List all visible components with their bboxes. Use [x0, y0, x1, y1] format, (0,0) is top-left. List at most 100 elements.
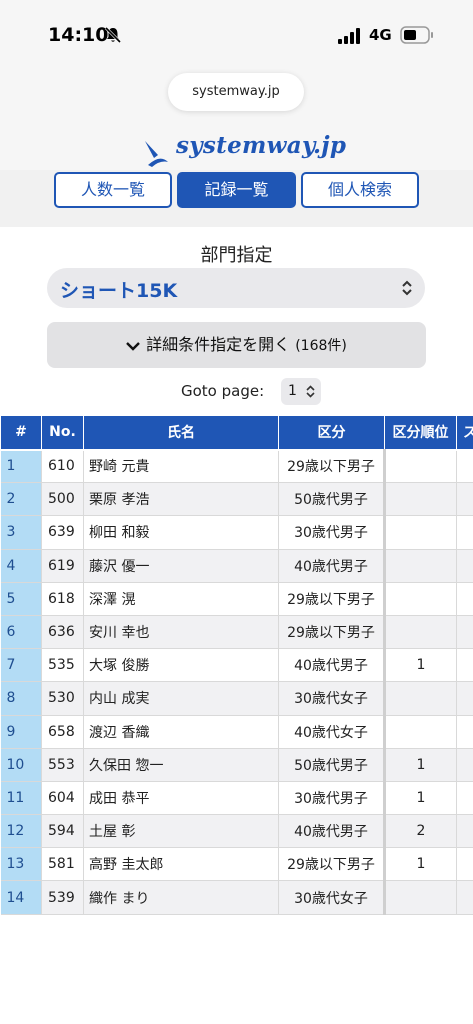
cell-index: 13	[0, 847, 42, 882]
nav-tabs: 人数一覧 記録一覧 個人検索	[0, 170, 473, 227]
cell-name: 栗原 孝浩	[83, 482, 279, 517]
cell-category: 40歳代女子	[278, 715, 386, 749]
table-header-row: # No. 氏名 区分 区分順位 ス	[0, 415, 473, 451]
cell-more	[456, 715, 473, 749]
cell-name: 内山 成実	[83, 681, 279, 716]
cell-bib-no: 530	[41, 681, 84, 716]
cell-category: 29歳以下男子	[278, 847, 386, 882]
col-header-category[interactable]: 区分	[278, 415, 385, 451]
cell-name: 高野 圭太郎	[83, 847, 279, 882]
cell-category: 30歳代男子	[278, 515, 386, 550]
col-header-more[interactable]: ス	[456, 415, 473, 451]
cell-index: 7	[0, 648, 42, 683]
cell-index: 9	[0, 715, 42, 749]
detail-filter-label: 詳細条件指定を開く	[146, 335, 291, 354]
cell-category: 40歳代男子	[278, 814, 386, 849]
results-table: # No. 氏名 区分 区分順位 ス 1 610 野崎 元貴 29歳以下男子 2 500 栗…	[0, 415, 473, 915]
cell-index: 8	[0, 681, 42, 716]
cell-index: 3	[0, 515, 42, 550]
table-row[interactable]: 12 594 土屋 彰 40歳代男子 2	[0, 814, 473, 849]
cell-category: 30歳代女子	[278, 681, 386, 716]
cell-bib-no: 610	[41, 449, 84, 484]
division-select[interactable]: ショート15K	[47, 268, 425, 308]
cell-more	[456, 515, 473, 550]
cell-bib-no: 604	[41, 781, 84, 816]
cell-category-rank: 1	[384, 748, 457, 782]
bell-muted-icon	[104, 26, 122, 44]
status-bar: 14:10 4G	[0, 0, 473, 70]
table-row[interactable]: 1 610 野崎 元貴 29歳以下男子	[0, 449, 473, 484]
cell-index: 2	[0, 482, 42, 517]
cell-category-rank: 1	[384, 648, 457, 683]
cell-category-rank	[384, 549, 457, 583]
cell-more	[456, 582, 473, 616]
network-label: 4G	[369, 26, 392, 44]
cell-category-rank	[384, 681, 457, 716]
cell-more	[456, 880, 473, 915]
col-header-bib-no[interactable]: No.	[41, 415, 84, 451]
table-row[interactable]: 2 500 栗原 孝浩 50歳代男子	[0, 482, 473, 517]
signal-icon	[338, 28, 360, 44]
cell-category-rank: 1	[384, 781, 457, 816]
results-table-container[interactable]: # No. 氏名 区分 区分順位 ス 1 610 野崎 元貴 29歳以下男子 2 500 栗…	[0, 415, 473, 915]
cell-index: 4	[0, 549, 42, 583]
cell-index: 6	[0, 615, 42, 650]
cell-name: 安川 幸也	[83, 615, 279, 650]
col-header-name[interactable]: 氏名	[83, 415, 279, 451]
cell-name: 大塚 俊勝	[83, 648, 279, 683]
cell-more	[456, 615, 473, 650]
detail-filter-button[interactable]: 詳細条件指定を開く (168件)	[47, 322, 426, 368]
cell-category-rank: 2	[384, 814, 457, 849]
cell-more	[456, 781, 473, 816]
table-row[interactable]: 13 581 高野 圭太郎 29歳以下男子 1	[0, 847, 473, 882]
page-select[interactable]: 1	[281, 378, 321, 405]
logo-mark-icon	[145, 141, 168, 167]
cell-category-rank	[384, 615, 457, 650]
tab-person-search[interactable]: 個人検索	[301, 172, 419, 208]
cell-category-rank	[384, 880, 457, 915]
cell-more	[456, 482, 473, 517]
table-row[interactable]: 6 636 安川 幸也 29歳以下男子	[0, 615, 473, 650]
result-count: (168件)	[295, 338, 347, 354]
url-bar[interactable]: systemway.jp	[168, 73, 304, 111]
cell-bib-no: 594	[41, 814, 84, 849]
cell-index: 1	[0, 449, 42, 484]
table-body: 1 610 野崎 元貴 29歳以下男子 2 500 栗原 孝浩 50歳代男子 3 639 柳田 和毅…	[0, 449, 473, 915]
cell-more	[456, 681, 473, 716]
cell-index: 12	[0, 814, 42, 849]
cell-bib-no: 639	[41, 515, 84, 550]
col-header-index[interactable]: #	[0, 415, 42, 451]
table-row[interactable]: 8 530 内山 成実 30歳代女子	[0, 681, 473, 716]
table-row[interactable]: 4 619 藤沢 優一 40歳代男子	[0, 549, 473, 583]
table-row[interactable]: 7 535 大塚 俊勝 40歳代男子 1	[0, 648, 473, 683]
cell-more	[456, 748, 473, 782]
browser-header: systemway.jp systemway.jp	[0, 70, 473, 170]
table-row[interactable]: 3 639 柳田 和毅 30歳代男子	[0, 515, 473, 550]
cell-more	[456, 648, 473, 683]
cell-category: 29歳以下男子	[278, 582, 386, 616]
cell-bib-no: 539	[41, 880, 84, 915]
col-header-category-rank[interactable]: 区分順位	[384, 415, 457, 451]
cell-name: 藤沢 優一	[83, 549, 279, 583]
goto-page-label: Goto page:	[181, 382, 265, 400]
cell-more	[456, 814, 473, 849]
cell-category-rank	[384, 482, 457, 517]
tab-records[interactable]: 記録一覧	[177, 172, 296, 208]
cell-name: 柳田 和毅	[83, 515, 279, 550]
cell-bib-no: 553	[41, 748, 84, 782]
brand-logo[interactable]: systemway.jp	[140, 132, 360, 168]
tab-headcount[interactable]: 人数一覧	[54, 172, 172, 208]
table-row[interactable]: 9 658 渡辺 香織 40歳代女子	[0, 715, 473, 749]
cell-category: 30歳代女子	[278, 880, 386, 915]
page-value: 1	[288, 383, 297, 399]
cell-bib-no: 500	[41, 482, 84, 517]
cell-category: 30歳代男子	[278, 781, 386, 816]
chevron-down-icon	[126, 341, 140, 351]
table-row[interactable]: 5 618 深澤 滉 29歳以下男子	[0, 582, 473, 616]
table-row[interactable]: 10 553 久保田 惣一 50歳代男子 1	[0, 748, 473, 782]
table-row[interactable]: 11 604 成田 恭平 30歳代男子 1	[0, 781, 473, 816]
cell-bib-no: 618	[41, 582, 84, 616]
cell-name: 織作 まり	[83, 880, 279, 915]
table-row[interactable]: 14 539 織作 まり 30歳代女子	[0, 880, 473, 915]
cell-category-rank	[384, 449, 457, 484]
